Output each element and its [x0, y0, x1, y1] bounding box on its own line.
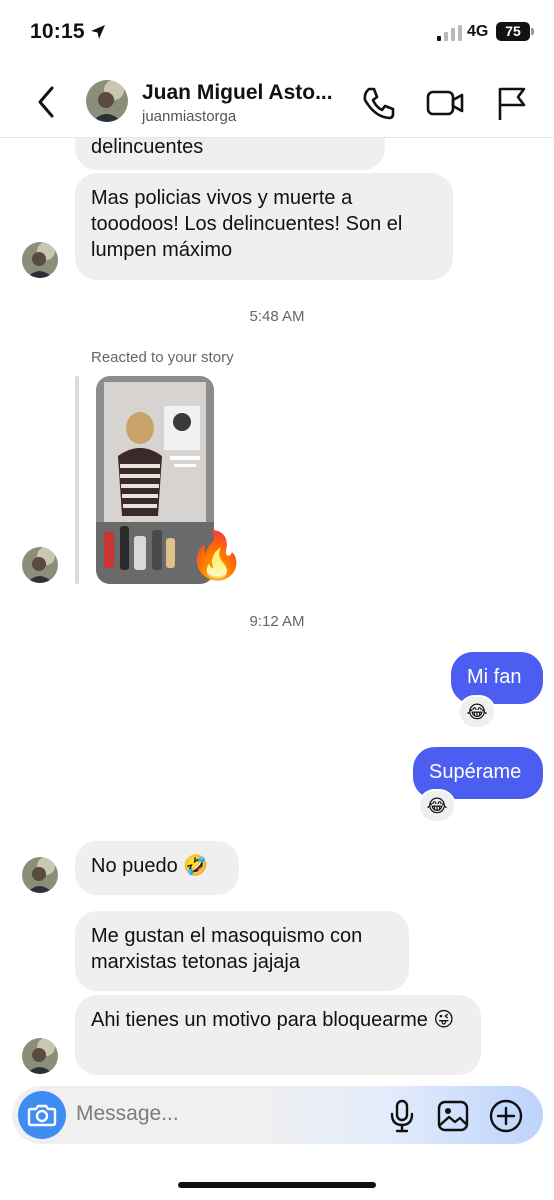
contact-name[interactable]: Juan Miguel Asto... [142, 81, 333, 105]
chat-header: Juan Miguel Asto... juanmiastorga [0, 66, 554, 138]
message-input[interactable]: Message... [76, 1102, 179, 1126]
message-reaction[interactable]: 😂 [418, 789, 456, 823]
message-bubble-outgoing[interactable]: Mi fan [451, 652, 543, 704]
message-text: Supérame [429, 761, 522, 783]
microphone-icon[interactable] [388, 1099, 416, 1133]
message-text: delincuentes [91, 138, 204, 158]
contact-username[interactable]: juanmiastorga [142, 108, 236, 125]
message-bubble[interactable]: Ahi tienes un motivo para bloquearme 😜 [75, 995, 481, 1075]
message-text: Ahi tienes un motivo para bloquearme 😜 [91, 1009, 455, 1031]
avatar-image [22, 242, 58, 278]
home-indicator[interactable] [178, 1182, 376, 1188]
avatar-image [22, 1038, 58, 1074]
message-reaction[interactable]: 😂 [458, 695, 496, 729]
message-text: Mas policias vivos y muerte a tooodoos! … [91, 187, 403, 261]
avatar[interactable] [86, 80, 128, 122]
message-text: No puedo 🤣 [91, 855, 209, 877]
location-arrow-icon [91, 25, 105, 39]
battery-tip [531, 28, 534, 35]
story-reply-bar [75, 376, 79, 584]
timestamp: 9:12 AM [249, 613, 305, 630]
message-bubble[interactable]: Mas policias vivos y muerte a tooodoos! … [75, 173, 453, 280]
message-text: Me gustan el masoquismo con marxistas te… [91, 925, 363, 973]
avatar[interactable] [22, 242, 58, 278]
avatar-image [22, 547, 58, 583]
timestamp: 5:48 AM [249, 308, 305, 325]
status-time: 10:15 [30, 20, 85, 43]
flag-icon[interactable] [494, 84, 528, 122]
message-bubble[interactable]: Me gustan el masoquismo con marxistas te… [75, 911, 409, 991]
network-type: 4G [467, 23, 489, 40]
avatar-image [22, 857, 58, 893]
video-camera-icon[interactable] [425, 86, 465, 120]
message-composer: Message... [12, 1086, 543, 1144]
chevron-left-icon[interactable] [32, 84, 60, 120]
avatar[interactable] [22, 547, 58, 583]
status-bar: 10:15 4G 75 [0, 0, 554, 66]
image-icon[interactable] [436, 1099, 470, 1133]
story-reaction-emoji: 🔥 [188, 529, 246, 581]
message-text: Mi fan [467, 666, 522, 688]
avatar[interactable] [22, 1038, 58, 1074]
camera-icon [27, 1104, 57, 1127]
camera-button[interactable] [18, 1091, 66, 1139]
phone-icon[interactable] [360, 84, 398, 122]
plus-circle-icon[interactable] [488, 1098, 524, 1134]
avatar[interactable] [22, 857, 58, 893]
message-bubble[interactable]: delincuentes [75, 138, 385, 170]
cellular-signal-icon [437, 25, 462, 41]
story-reaction-label: Reacted to your story [91, 349, 234, 366]
message-thread: delincuentes Mas policias vivos y muerte… [0, 138, 554, 1084]
avatar-image [86, 80, 128, 122]
battery-level: 75 [496, 22, 530, 41]
message-bubble[interactable]: No puedo 🤣 [75, 841, 239, 895]
